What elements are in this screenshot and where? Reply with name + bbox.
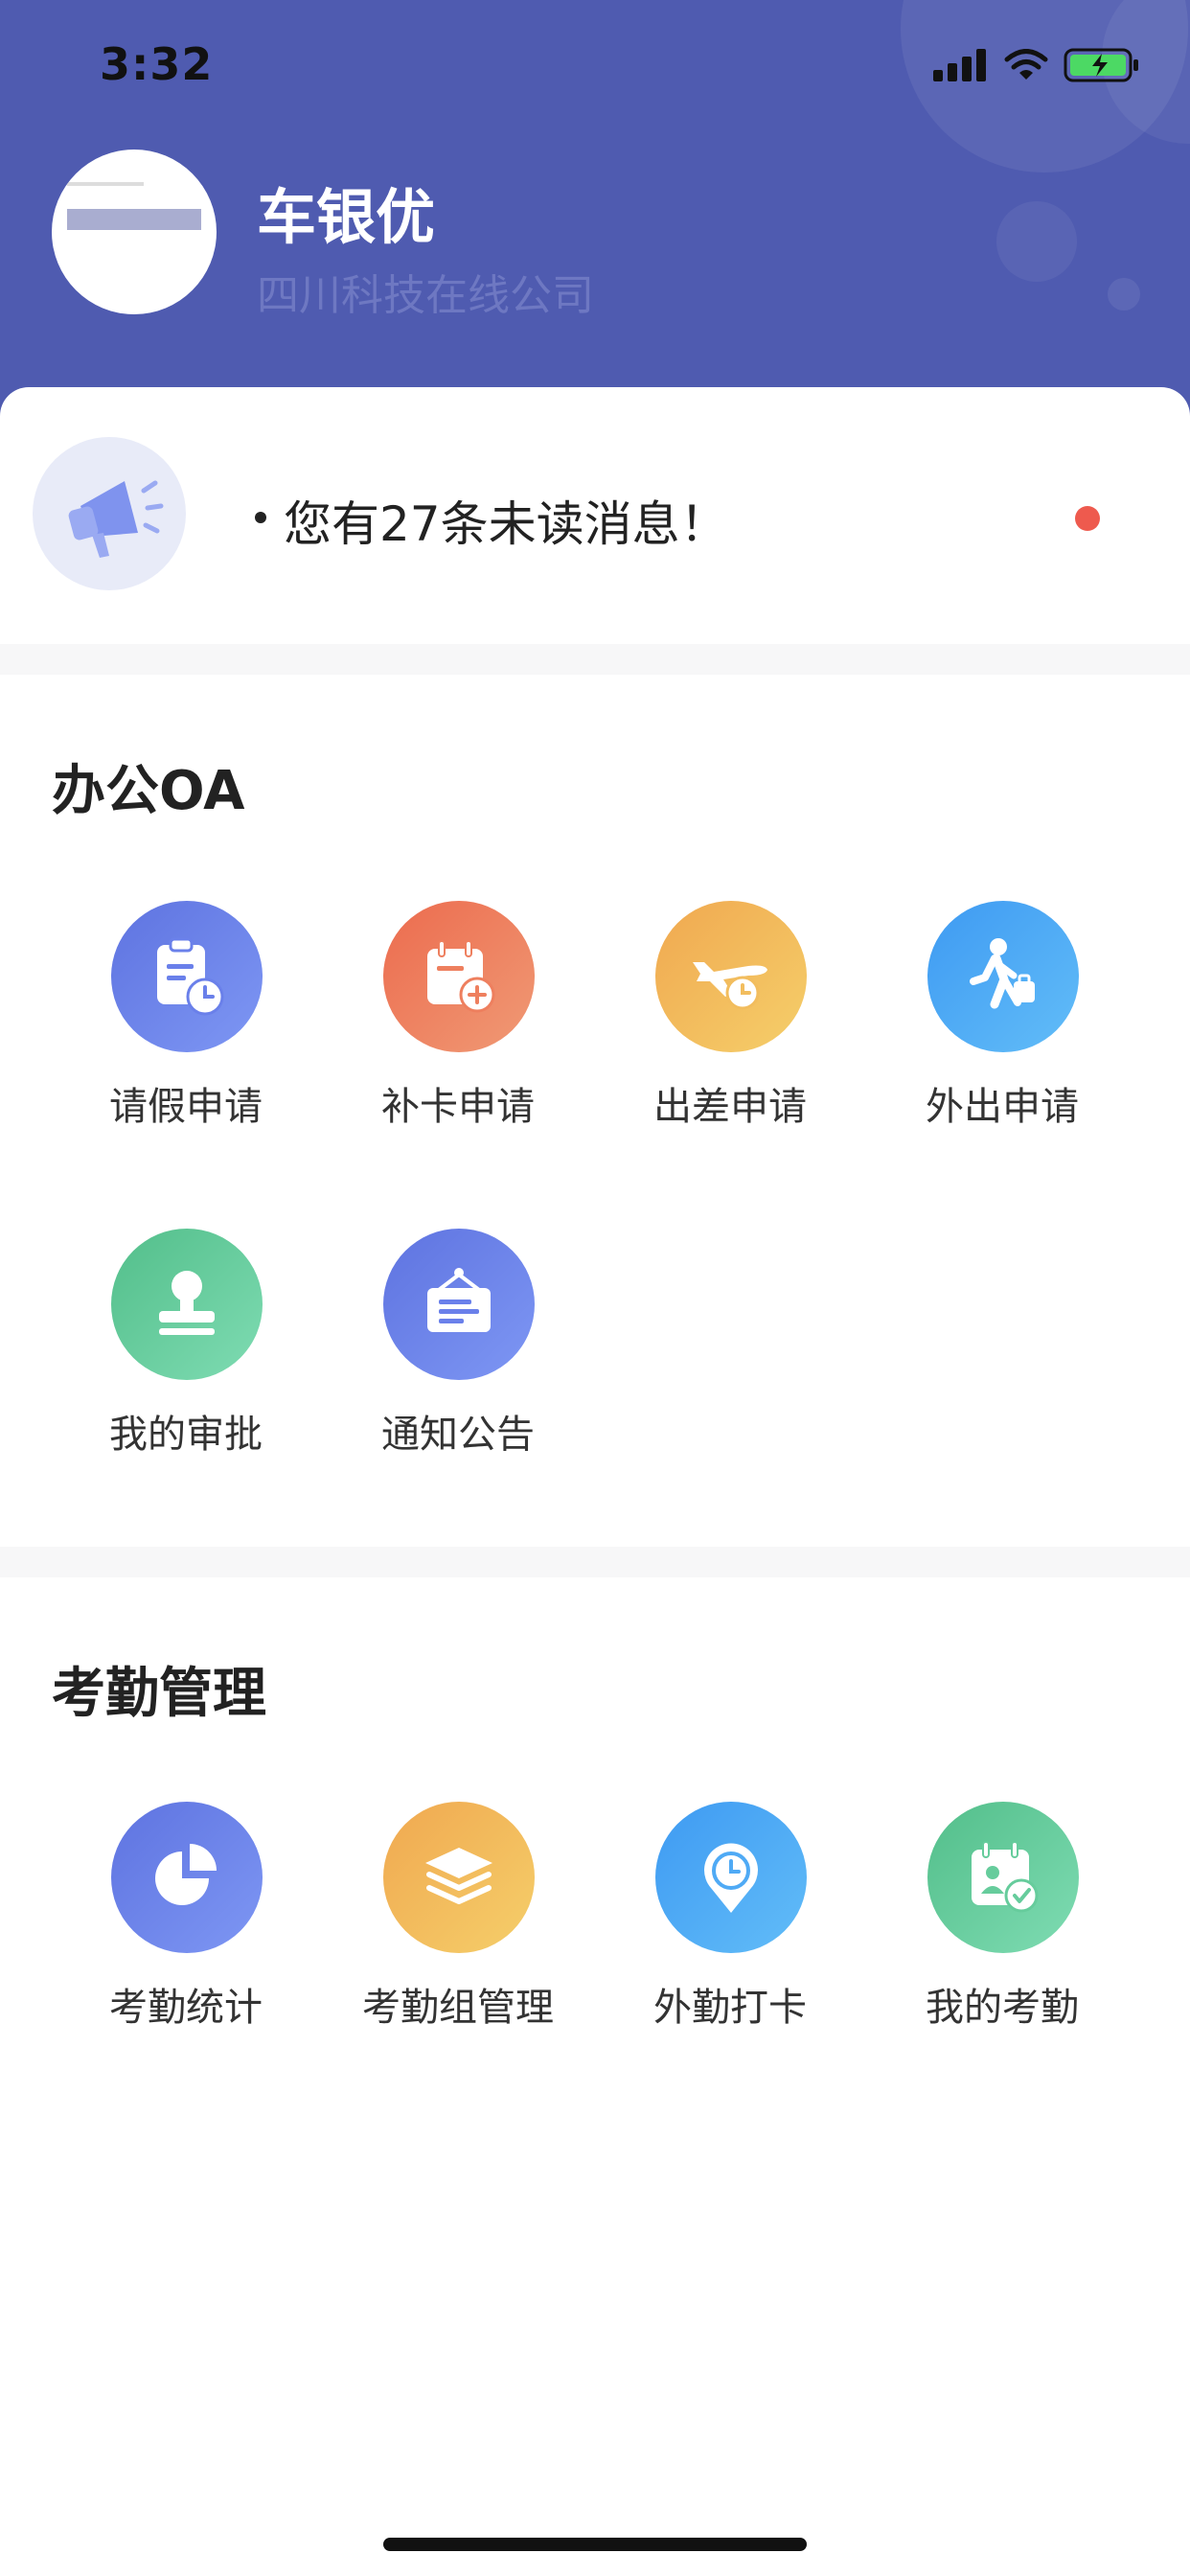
tile-outing-request[interactable]: 外出申请 [887,901,1117,1131]
tile-label: 考勤组管理 [362,1986,554,2030]
tile-label: 我的审批 [109,1413,263,1457]
tile-announcement[interactable]: 通知公告 [343,1229,573,1459]
notice-board-icon [427,1268,491,1332]
tile-icon-circle [655,1802,807,1953]
status-icons [933,48,1140,82]
airplane-clock-icon [693,962,767,1010]
megaphone-icon [68,480,164,558]
tile-icon-circle [927,1802,1079,1953]
header-decoration [1108,278,1140,310]
profile-name: 车银优 [257,182,436,252]
tile-label: 请假申请 [109,1085,263,1129]
tile-label: 外勤打卡 [653,1986,807,2030]
tile-icon-circle [655,901,807,1052]
tile-leave-request[interactable]: 请假申请 [71,901,301,1131]
tile-icon-circle [383,901,535,1052]
calendar-plus-icon [427,940,495,1013]
profile-company: 四川科技在线公司 [257,271,594,320]
notice-text: 您有27条未读消息！ [284,496,728,552]
unread-dot [1075,506,1100,531]
layers-icon [425,1848,492,1904]
tile-icon-circle [111,1802,263,1953]
clipboard-clock-icon [157,937,224,1016]
section-divider [0,644,1190,675]
home-indicator[interactable] [383,2538,807,2551]
notice-bullet [255,512,266,523]
avatar[interactable] [52,150,217,314]
tile-icon-circle [111,1229,263,1380]
tile-label: 补卡申请 [381,1085,535,1129]
notice-icon-wrap [33,437,186,590]
notice-card[interactable]: 您有27条未读消息！ [0,387,1190,644]
tile-attendance-group[interactable]: 考勤组管理 [343,1802,573,2032]
tile-label: 我的考勤 [926,1986,1079,2030]
battery-icon [1064,48,1138,82]
tile-attendance-stats[interactable]: 考勤统计 [71,1802,301,2032]
tile-icon-circle [927,901,1079,1052]
status-time: 3:32 [100,38,214,90]
tile-field-checkin[interactable]: 外勤打卡 [615,1802,845,2032]
section-title-attendance: 考勤管理 [52,1663,266,1725]
tile-label: 考勤统计 [109,1986,263,2030]
tile-my-approval[interactable]: 我的审批 [71,1229,301,1459]
walking-person-icon [970,938,1035,1009]
stamp-icon [159,1271,215,1335]
section-title-oa: 办公OA [52,760,245,822]
calendar-check-icon [972,1841,1039,1913]
tile-icon-circle [383,1229,535,1380]
pie-chart-icon [155,1844,217,1905]
tile-label: 通知公告 [381,1413,535,1457]
tile-card-supplement[interactable]: 补卡申请 [343,901,573,1131]
tile-label: 外出申请 [926,1085,1079,1129]
tile-my-attendance[interactable]: 我的考勤 [887,1802,1117,2032]
tile-business-trip[interactable]: 出差申请 [615,901,845,1131]
location-clock-icon [704,1843,758,1913]
tile-icon-circle [383,1802,535,1953]
cellular-signal-icon [933,49,986,81]
tile-icon-circle [111,901,263,1052]
header-decoration [996,201,1077,282]
profile-header: 3:32 车银优 四川科技在线公司 [0,0,1190,450]
wifi-icon [1004,49,1048,80]
tile-label: 出差申请 [653,1085,807,1129]
section-divider [0,1547,1190,1577]
